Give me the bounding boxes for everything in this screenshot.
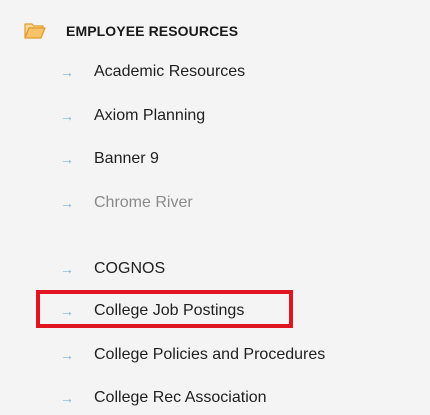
nav-item-banner-9[interactable]: → Banner 9 <box>60 146 159 172</box>
arrow-right-icon: → <box>60 261 74 277</box>
nav-item-label: Axiom Planning <box>94 107 206 124</box>
nav-item-college-rec-association[interactable]: → College Rec Association <box>60 385 267 411</box>
arrow-right-icon: → <box>60 151 74 167</box>
nav-item-chrome-river[interactable]: → Chrome River <box>60 190 193 216</box>
nav-item-label: Academic Resources <box>94 63 246 80</box>
arrow-right-icon: → <box>60 195 74 211</box>
resource-link-list: → Academic Resources → Axiom Planning → … <box>0 0 430 415</box>
employee-resources-panel: EMPLOYEE RESOURCES → Academic Resources … <box>0 0 430 415</box>
arrow-right-icon: → <box>60 390 74 406</box>
nav-item-label: Chrome River <box>94 194 193 211</box>
nav-item-label: Banner 9 <box>94 150 159 167</box>
arrow-right-icon: → <box>60 347 74 363</box>
arrow-right-icon: → <box>60 303 74 319</box>
nav-item-axiom-planning[interactable]: → Axiom Planning <box>60 103 205 129</box>
nav-item-college-policies-and-procedures[interactable]: → College Policies and Procedures <box>60 342 325 368</box>
nav-item-academic-resources[interactable]: → Academic Resources <box>60 59 245 85</box>
nav-item-label: College Job Postings <box>94 302 245 319</box>
nav-item-label: College Policies and Procedures <box>94 346 326 363</box>
arrow-right-icon: → <box>60 108 74 124</box>
nav-item-cognos[interactable]: → COGNOS <box>60 256 165 282</box>
nav-item-label: College Rec Association <box>94 389 267 406</box>
nav-item-label: COGNOS <box>94 260 166 277</box>
nav-item-college-job-postings[interactable]: → College Job Postings <box>60 298 244 324</box>
arrow-right-icon: → <box>60 64 74 80</box>
